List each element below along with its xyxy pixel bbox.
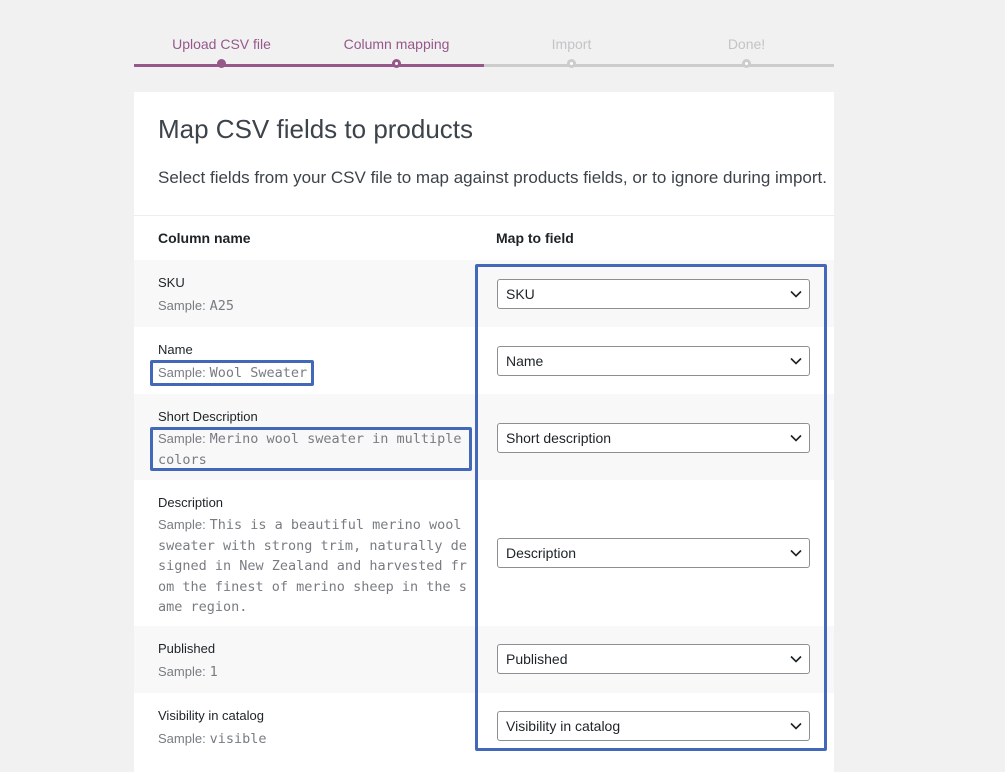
sample-prefix: Sample: (158, 298, 206, 313)
step-import-label: Import (484, 37, 659, 51)
sample-text: 1 (210, 664, 218, 680)
step-column-mapping-label: Column mapping (309, 37, 484, 51)
column-name: Published (158, 641, 215, 656)
column-name: Visibility in catalog (158, 708, 264, 723)
progress-track-remaining (484, 64, 834, 67)
sample-prefix: Sample: (158, 664, 206, 679)
column-name-header: Column name (158, 230, 251, 246)
step-upload-csv-label: Upload CSV file (134, 37, 309, 51)
sample-prefix: Sample: (158, 517, 206, 532)
header-divider (134, 215, 834, 216)
column-name: Description (158, 495, 223, 510)
progress-steps: Upload CSV file Column mapping Import Do… (134, 0, 834, 80)
page-title: Map CSV fields to products (158, 114, 473, 144)
highlight-map-fields (475, 264, 827, 751)
sample-prefix: Sample: (158, 731, 206, 746)
column-name: SKU (158, 275, 185, 290)
column-name: Name (158, 342, 193, 357)
column-name: Short Description (158, 409, 258, 424)
sample-value: Sample: A25 (158, 296, 470, 317)
progress-track-done (134, 64, 484, 67)
sample-text: visible (210, 731, 267, 747)
sample-value: Sample: This is a beautiful merino wool … (158, 515, 470, 618)
highlight-name-sample (150, 360, 314, 386)
sample-value: Sample: 1 (158, 662, 470, 683)
step-upload-csv-dot (217, 59, 226, 68)
page-description: Select fields from your CSV file to map … (158, 168, 827, 188)
step-done-label: Done! (659, 37, 834, 51)
step-column-mapping-dot (392, 59, 401, 68)
highlight-short-description-sample (150, 427, 472, 471)
sample-value: Sample: visible (158, 729, 470, 750)
step-import-dot (567, 59, 576, 68)
sample-text: A25 (210, 298, 234, 314)
step-done-dot (742, 59, 751, 68)
map-to-field-header: Map to field (496, 230, 574, 246)
